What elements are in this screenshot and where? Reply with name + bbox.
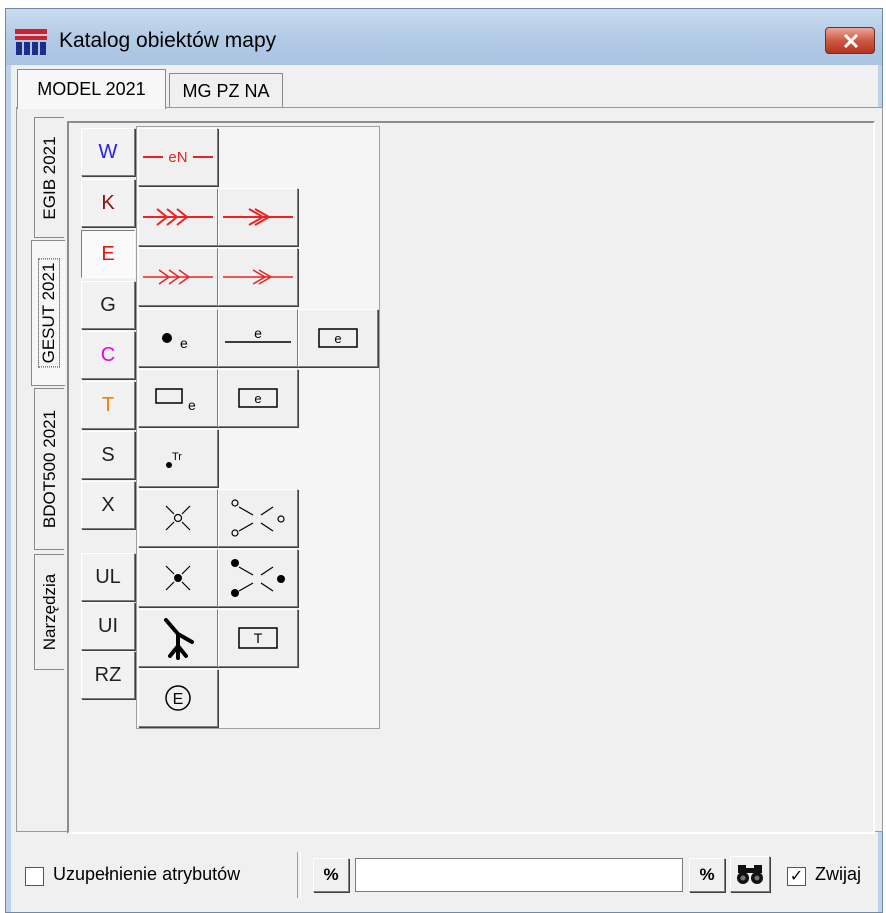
lamp-open-icon <box>165 505 191 531</box>
search-input[interactable] <box>355 858 683 892</box>
line-en-text: eN <box>168 149 187 166</box>
side-tab-gesut-2021[interactable]: GESUT 2021 <box>31 240 65 386</box>
lamp-filled-icon <box>165 565 191 591</box>
symbol-rect-e-button[interactable]: e <box>138 369 218 427</box>
side-tab-egib-2021[interactable]: EGIB 2021 <box>34 117 64 238</box>
close-icon <box>843 34 859 48</box>
category-button-rz[interactable]: RZ <box>81 651 135 699</box>
side-tab-egib-label: EGIB 2021 <box>39 135 59 220</box>
wind-turbine-icon <box>164 618 194 660</box>
rect-e-text: e <box>188 397 196 413</box>
triple-thin-chevron-line-icon <box>143 269 213 285</box>
symbol-single-arrow-a-button[interactable] <box>218 188 298 246</box>
window-title: Katalog obiektów mapy <box>59 29 277 52</box>
tab-model-2021[interactable]: MODEL 2021 <box>17 69 166 109</box>
separator <box>297 852 301 898</box>
category-label: E <box>101 242 115 265</box>
symbol-lamp-filled-double-button[interactable] <box>218 549 298 607</box>
point-e-text: e <box>180 335 188 351</box>
chevron-line-icon <box>223 208 293 226</box>
side-tab-narzedzia[interactable]: Narzędzia <box>34 554 64 670</box>
line-e-icon: e <box>225 325 291 343</box>
symbol-transformer-point-button[interactable]: Tr <box>138 429 218 487</box>
complete-attributes-label: Uzupełnienie atrybutów <box>53 864 241 884</box>
category-label: G <box>100 293 116 316</box>
side-tab-gesut-label: GESUT 2021 <box>38 254 59 372</box>
side-tab-bdot500-label: BDOT500 2021 <box>39 409 59 529</box>
line-e-text: e <box>254 325 262 341</box>
side-tab-bdot500-2021[interactable]: BDOT500 2021 <box>34 388 64 550</box>
circle-e-text: E <box>173 691 184 708</box>
symbol-circle-e-button[interactable]: E <box>138 669 218 727</box>
percent-right-button[interactable]: % <box>689 858 725 892</box>
category-button-e[interactable]: E <box>81 230 135 278</box>
symbol-line-e-button[interactable]: e <box>218 309 298 367</box>
frame-t-icon: T <box>238 627 278 649</box>
symbol-wind-turbine-button[interactable] <box>138 609 218 667</box>
symbol-lamp-filled-button[interactable] <box>138 549 218 607</box>
category-label: X <box>101 493 115 516</box>
box-e-icon: e <box>318 328 358 348</box>
category-button-ui[interactable]: UI <box>81 602 135 650</box>
symbol-single-arrow-b-button[interactable] <box>218 248 298 306</box>
tab-mg-pz-na[interactable]: MG PZ NA <box>169 73 283 109</box>
binoculars-icon <box>737 865 763 884</box>
category-button-k[interactable]: K <box>81 179 135 227</box>
symbol-line-en-button[interactable]: eN <box>138 128 218 186</box>
category-button-ul[interactable]: UL <box>81 553 135 601</box>
symbol-triple-arrow-b-button[interactable] <box>138 248 218 306</box>
tab-model-2021-label: MODEL 2021 <box>37 79 146 99</box>
side-tab-narzedzia-label: Narzędzia <box>39 573 59 651</box>
search-button[interactable] <box>730 856 770 892</box>
symbol-box-e-button[interactable]: e <box>298 309 378 367</box>
triple-chevron-line-icon <box>143 208 213 226</box>
category-label: T <box>101 393 115 416</box>
percent-left-button[interactable]: % <box>313 858 349 892</box>
box-e-text: e <box>334 331 341 346</box>
category-button-s[interactable]: S <box>81 431 135 479</box>
app-logo-icon <box>15 29 47 55</box>
category-button-x[interactable]: X <box>81 481 135 529</box>
collapse-checkbox[interactable]: ✓ <box>787 867 806 886</box>
lamp-filled-double-icon <box>231 559 285 597</box>
category-button-c[interactable]: C <box>81 331 135 379</box>
rect-e-icon: e <box>155 388 196 413</box>
symbol-frame-e-button[interactable]: e <box>218 369 298 427</box>
complete-attributes-checkbox[interactable] <box>25 867 44 886</box>
category-label: UL <box>95 565 121 588</box>
category-label: S <box>101 443 115 466</box>
symbol-lamp-open-button[interactable] <box>138 489 218 547</box>
category-button-w[interactable]: W <box>81 128 135 176</box>
symbol-point-e-button[interactable]: e <box>138 309 218 367</box>
thin-chevron-line-icon <box>223 269 293 285</box>
lamp-open-double-icon <box>231 499 285 537</box>
category-label: UI <box>98 614 118 637</box>
tab-mg-pz-na-label: MG PZ NA <box>182 81 270 101</box>
symbol-triple-arrow-a-button[interactable] <box>138 188 218 246</box>
frame-e-icon: e <box>238 388 278 408</box>
check-mark-icon: ✓ <box>789 868 804 885</box>
close-button[interactable] <box>825 27 875 54</box>
transformer-point-text: Tr <box>172 451 182 463</box>
frame-e-text: e <box>254 391 261 406</box>
category-button-g[interactable]: G <box>81 281 135 329</box>
line-en-icon: eN <box>143 149 213 166</box>
category-label: W <box>98 140 118 163</box>
symbol-frame-t-button[interactable]: T <box>218 609 298 667</box>
category-label: C <box>100 343 116 366</box>
category-label: K <box>101 191 115 214</box>
transformer-point-icon: Tr <box>166 451 182 468</box>
symbol-lamp-open-double-button[interactable] <box>218 489 298 547</box>
collapse-label: Zwijaj <box>815 864 862 884</box>
category-label: RZ <box>94 663 122 686</box>
category-button-t[interactable]: T <box>81 381 135 429</box>
frame-t-text: T <box>254 630 263 646</box>
point-e-icon: e <box>162 333 188 351</box>
circle-e-icon: E <box>165 685 191 711</box>
title-bar: Katalog obiektów mapy <box>6 9 882 65</box>
percent-right-label: % <box>699 865 715 884</box>
percent-left-label: % <box>323 865 339 884</box>
